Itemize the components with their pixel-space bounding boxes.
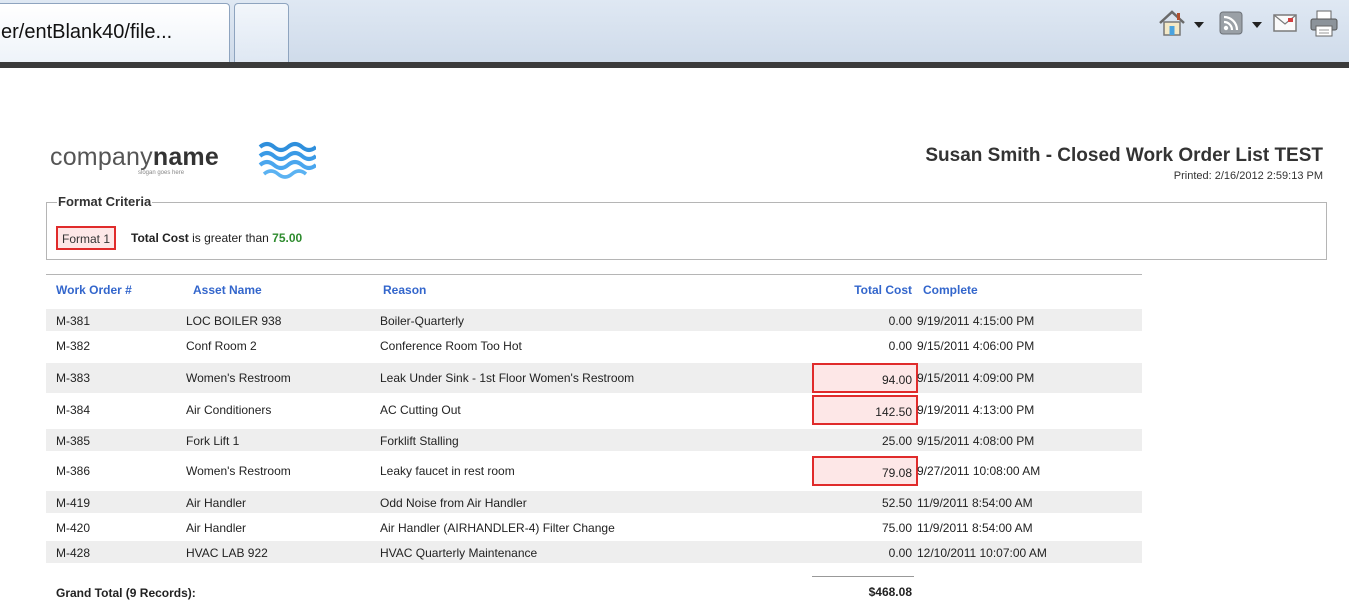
- reason: Conference Room Too Hot: [380, 339, 522, 353]
- complete-date: 9/15/2011 4:09:00 PM: [917, 371, 1035, 385]
- complete-date: 9/19/2011 4:15:00 PM: [917, 314, 1035, 328]
- complete-date: 9/15/2011 4:08:00 PM: [917, 434, 1035, 448]
- criteria-field: Total Cost: [131, 231, 189, 245]
- reason: Odd Noise from Air Handler: [380, 496, 527, 510]
- company-logo: companyname: [50, 143, 219, 172]
- table-row: M-384 Air Conditioners AC Cutting Out 14…: [46, 395, 1142, 425]
- total-cost: 142.50: [875, 405, 912, 419]
- print-icon[interactable]: [1309, 10, 1339, 43]
- complete-date: 9/15/2011 4:06:00 PM: [917, 339, 1035, 353]
- read-mail-icon[interactable]: [1273, 13, 1297, 38]
- grand-total-rule: [812, 576, 914, 577]
- asset-name: Women's Restroom: [186, 371, 291, 385]
- asset-name: Conf Room 2: [186, 339, 257, 353]
- table-row: Leak Under Sink - 1st Floor Women's Rest…: [46, 363, 1142, 393]
- total-cost: 0.00: [888, 339, 912, 353]
- asset-name: Women's Restroom: [186, 464, 291, 478]
- logo-slogan: slogan goes here: [138, 170, 185, 176]
- table-row: M-386 Women's Restroom Leaky faucet in r…: [46, 456, 1142, 486]
- complete-date: 9/27/2011 10:08:00 AM: [917, 464, 1041, 478]
- format-criteria-legend: Format Criteria: [57, 194, 153, 209]
- total-cost: 52.50: [881, 496, 912, 510]
- grand-total-value: $468.08: [868, 585, 912, 599]
- reason: HVAC Quarterly Maintenance: [380, 546, 538, 560]
- table-row: M-419 Air Handler Odd Noise from Air Han…: [46, 491, 1142, 513]
- home-icon[interactable]: [1157, 8, 1187, 43]
- total-cost: 94.00: [881, 373, 912, 387]
- work-order-number: M-381: [56, 314, 91, 328]
- printed-timestamp: Printed: 2/16/2012 2:59:13 PM: [1173, 170, 1323, 182]
- total-cost: 79.08: [881, 466, 912, 480]
- complete-date: 12/10/2011 10:07:00 AM: [917, 546, 1047, 560]
- work-order-number: M-382: [56, 339, 91, 353]
- table-row: M-382 Conf Room 2 Conference Room Too Ho…: [46, 334, 1142, 356]
- report-title: Susan Smith - Closed Work Order List TES…: [925, 145, 1323, 166]
- format-1-badge: Format 1: [56, 226, 117, 250]
- reason: Leaky faucet in rest room: [380, 464, 515, 478]
- asset-name: Fork Lift 1: [186, 434, 240, 448]
- browser-toolbar: er/entBlank40/file...: [0, 0, 1349, 62]
- asset-name: Air Handler: [186, 521, 247, 535]
- logo-name-light: company: [50, 143, 153, 171]
- work-order-number: M-384: [56, 403, 91, 417]
- reason: Air Handler (AIRHANDLER-4) Filter Change: [380, 521, 615, 535]
- total-cost: 0.00: [888, 314, 912, 328]
- work-order-number: M-420: [56, 521, 91, 535]
- column-header-work-order: Work Order #: [56, 283, 132, 297]
- work-order-number: M-419: [56, 496, 91, 510]
- work-order-number: M-385: [56, 434, 91, 448]
- reason: Forklift Stalling: [380, 434, 459, 448]
- column-header-total-cost: Total Cost: [854, 283, 912, 297]
- work-order-number: M-428: [56, 546, 91, 560]
- table-row: M-420 Air Handler Air Handler (AIRHANDLE…: [46, 516, 1142, 538]
- table-row: M-381 LOC BOILER 938 Boiler-Quarterly 0.…: [46, 309, 1142, 331]
- grand-total-label: Grand Total (9 Records):: [56, 586, 196, 600]
- toolbar-divider: [0, 62, 1349, 68]
- total-cost: 0.00: [888, 546, 912, 560]
- table-row: M-428 HVAC LAB 922 HVAC Quarterly Mainte…: [46, 541, 1142, 563]
- asset-name: Air Conditioners: [186, 403, 272, 417]
- column-header-complete: Complete: [923, 283, 978, 297]
- tab-title: er/entBlank40/file...: [1, 21, 173, 43]
- total-cost: 75.00: [881, 521, 912, 535]
- column-header-asset-name: Asset Name: [193, 283, 262, 297]
- complete-date: 11/9/2011 8:54:00 AM: [917, 521, 1033, 535]
- asset-name: Air Handler: [186, 496, 247, 510]
- complete-date: 11/9/2011 8:54:00 AM: [917, 496, 1033, 510]
- new-tab-button[interactable]: [234, 3, 289, 62]
- reason: Boiler-Quarterly: [380, 314, 465, 328]
- reason: AC Cutting Out: [380, 403, 461, 417]
- feeds-icon[interactable]: [1219, 11, 1243, 40]
- table-top-rule: [46, 274, 1142, 275]
- format-criteria-rule: Total Cost is greater than 75.00: [131, 231, 302, 245]
- reason: Leak Under Sink - 1st Floor Women's Rest…: [380, 371, 635, 385]
- column-header-reason: Reason: [383, 283, 427, 297]
- home-dropdown-icon[interactable]: [1194, 22, 1204, 28]
- feeds-dropdown-icon[interactable]: [1252, 22, 1262, 28]
- work-order-number: M-386: [56, 464, 91, 478]
- command-bar: [1149, 8, 1349, 46]
- logo-name-bold: name: [152, 143, 219, 171]
- waves-logo-icon: [258, 137, 318, 184]
- criteria-operator: is greater than: [188, 231, 273, 245]
- asset-name: LOC BOILER 938: [186, 314, 282, 328]
- browser-tab-active[interactable]: er/entBlank40/file...: [0, 3, 230, 62]
- work-order-number: M-383: [56, 371, 91, 385]
- asset-name: HVAC LAB 922: [186, 546, 268, 560]
- total-cost: 25.00: [881, 434, 912, 448]
- table-row: M-385 Fork Lift 1 Forklift Stalling 25.0…: [46, 429, 1142, 451]
- criteria-value: 75.00: [272, 231, 303, 245]
- complete-date: 9/19/2011 4:13:00 PM: [917, 403, 1035, 417]
